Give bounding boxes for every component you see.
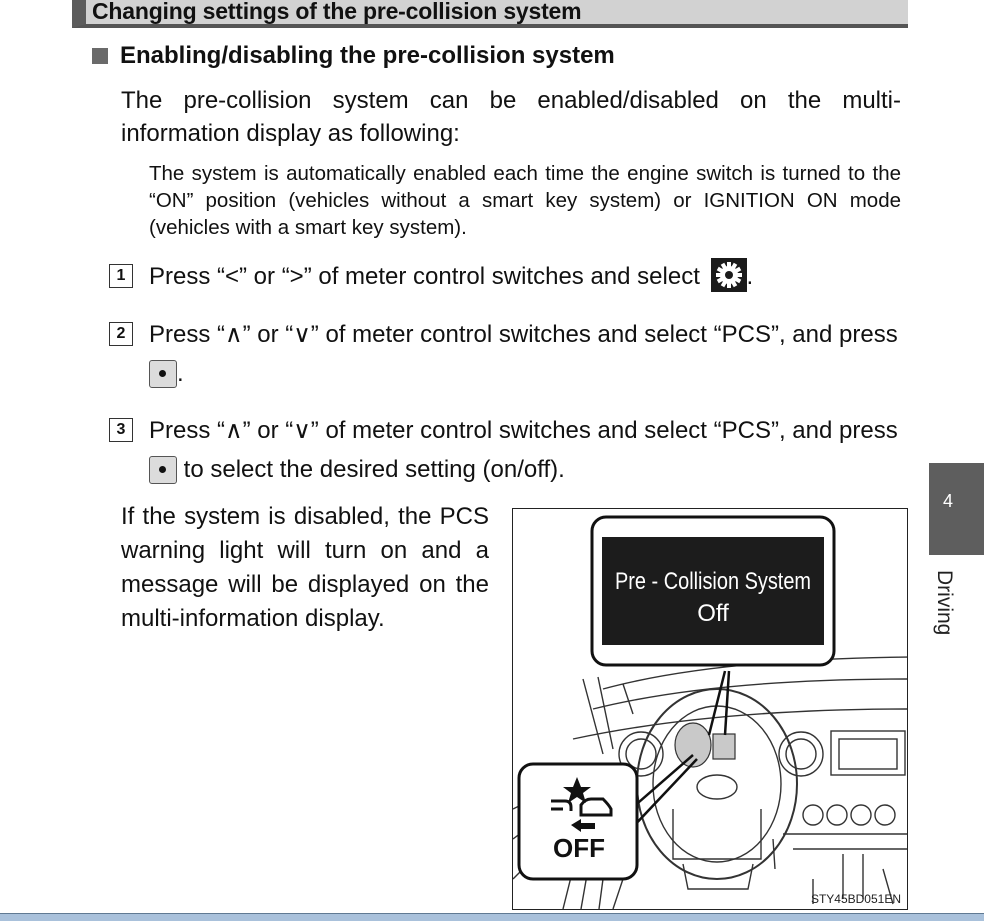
dashboard-illustration: Pre - Collision System Off OFF STY45BD05… (512, 508, 908, 910)
step-number: 3 (109, 418, 133, 442)
gear-icon (710, 258, 747, 292)
step-text: Press “∧” or “∨” of meter control switch… (149, 417, 898, 484)
subheading: Enabling/disabling the pre-collision sys… (92, 42, 615, 70)
dashboard-drawing: Pre - Collision System Off OFF (513, 515, 907, 909)
step-text: Press “<” or “>” of meter control switch… (149, 257, 901, 296)
section-title: Changing settings of the pre-collision s… (92, 0, 582, 24)
display-message-line1: Pre - Collision System (615, 568, 811, 595)
enter-button-icon (149, 456, 177, 484)
enter-button-icon (149, 360, 177, 388)
figure-code: STY45BD051EN (810, 892, 901, 906)
chapter-label: Driving (933, 570, 956, 636)
subheading-text: Enabling/disabling the pre-collision sys… (120, 42, 615, 69)
step-text: Press “∧” or “∨” of meter control switch… (149, 321, 898, 388)
intro-paragraph: The pre-collision system can be enabled/… (121, 87, 901, 147)
chapter-number: 4 (943, 491, 954, 511)
step-number: 1 (109, 264, 133, 288)
note-paragraph: The system is automatically enabled each… (149, 162, 901, 239)
square-bullet-icon (92, 48, 108, 64)
warning-light-label: OFF (553, 833, 605, 863)
disabled-explanation: If the system is disabled, the PCS warni… (121, 503, 489, 632)
step-number: 2 (109, 322, 133, 346)
chapter-tab[interactable]: 4 (929, 463, 984, 555)
display-message-line2: Off (697, 600, 729, 627)
section-title-bar: Changing settings of the pre-collision s… (72, 0, 908, 28)
